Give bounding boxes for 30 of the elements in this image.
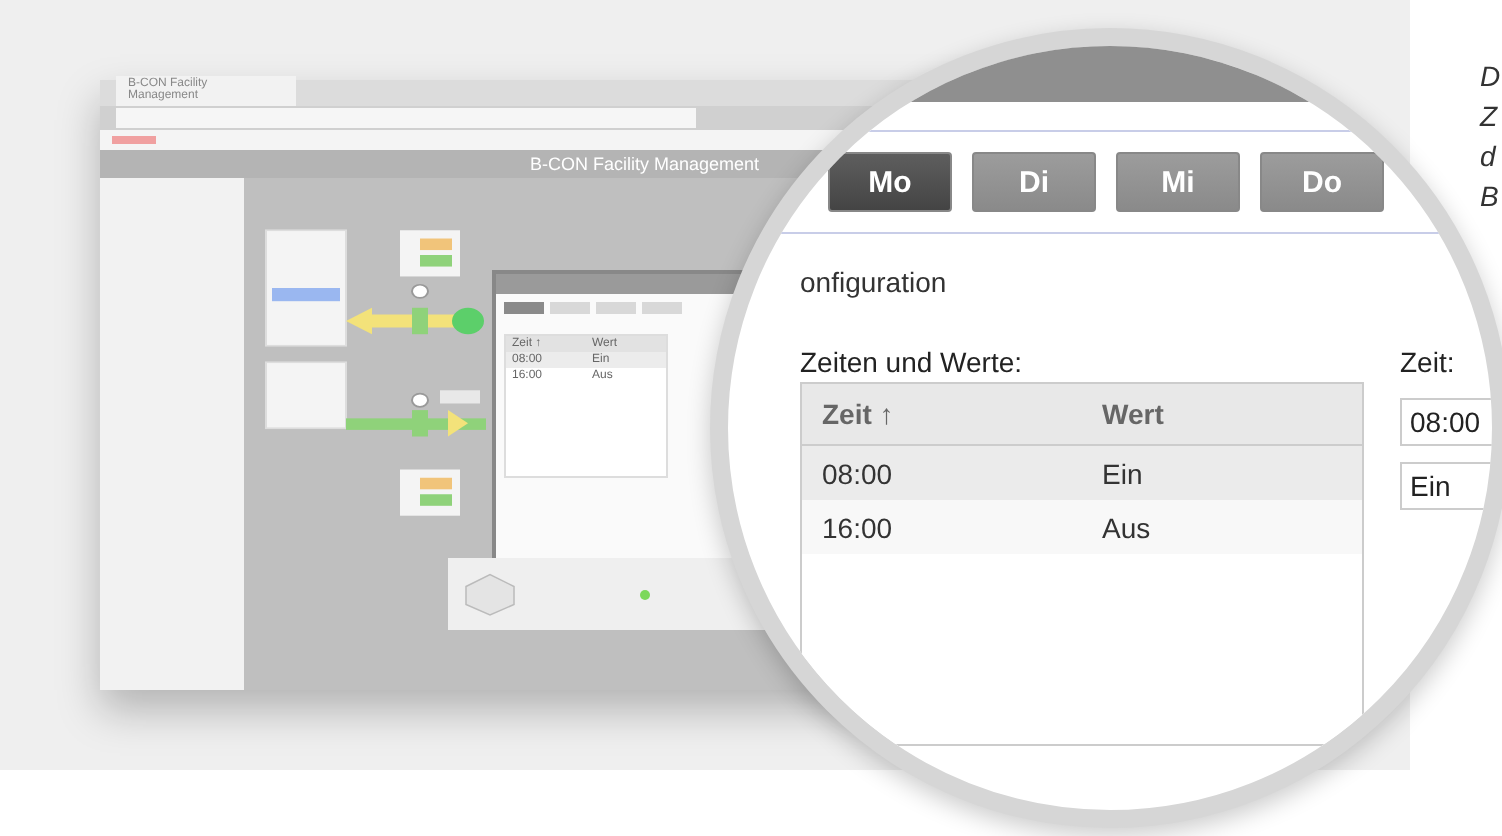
day-button[interactable]: Do xyxy=(1260,152,1384,212)
logo-mark xyxy=(112,136,156,144)
day-button[interactable]: Di xyxy=(972,152,1096,212)
day-button[interactable] xyxy=(550,302,590,314)
column-header[interactable]: Wert xyxy=(1082,398,1362,430)
address-bar[interactable] xyxy=(116,108,696,128)
list-label: Zeiten und Werte: xyxy=(800,346,1025,378)
column-header[interactable]: Zeit ↑ xyxy=(802,398,1082,430)
table-cell-text: 16:00 xyxy=(820,511,895,543)
status-dot xyxy=(640,589,650,599)
time-field[interactable]: 08:00 xyxy=(1400,398,1492,446)
caption-text: D xyxy=(1480,60,1501,94)
table-row[interactable]: 16:00 Aus xyxy=(802,500,1362,554)
day-button[interactable] xyxy=(596,302,636,314)
day-button[interactable] xyxy=(642,302,682,314)
table-cell-text: Ein xyxy=(1100,457,1145,489)
value-select[interactable]: Ein xyxy=(1400,462,1492,510)
table-row[interactable]: 08:00 Ein xyxy=(802,446,1362,500)
controller-device-icon xyxy=(460,570,520,618)
time-label: Zeit: xyxy=(1400,346,1457,378)
day-button[interactable]: Mo xyxy=(828,152,952,212)
caption-text: B xyxy=(1480,180,1501,214)
caption-text: Z xyxy=(1480,100,1500,134)
section-title: onfiguration xyxy=(800,266,949,298)
table-cell-text: 08:00 xyxy=(820,457,895,489)
caption-text: d xyxy=(1480,140,1499,174)
day-button[interactable] xyxy=(504,302,544,314)
day-button[interactable]: Mi xyxy=(1116,152,1240,212)
app-title: B-CON Facility Management xyxy=(530,154,760,174)
table-cell-text: Aus xyxy=(1100,511,1153,543)
